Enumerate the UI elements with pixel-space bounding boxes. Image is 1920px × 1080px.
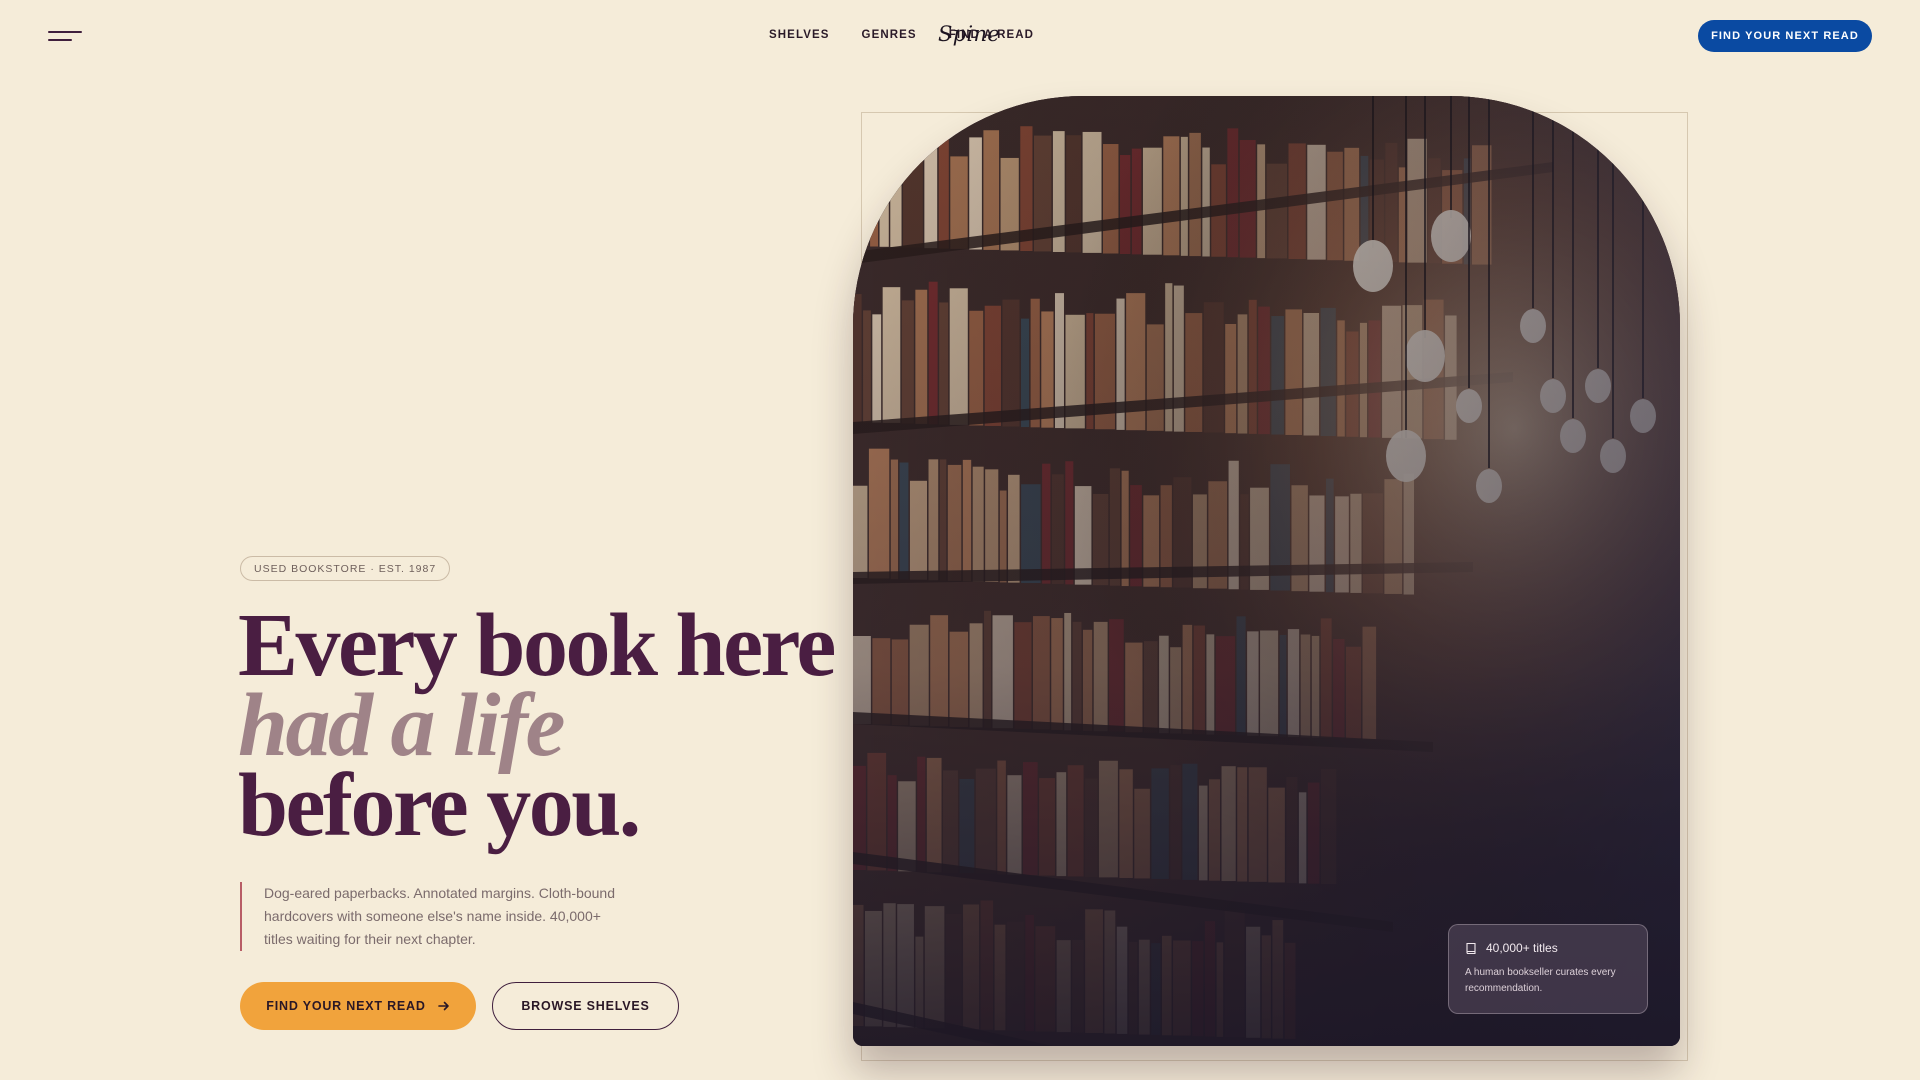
menu-icon[interactable] [48,28,82,44]
est-badge: USED BOOKSTORE · EST. 1987 [240,556,451,581]
nav-link-shelves[interactable]: SHELVES [769,29,830,41]
headline-line-3: before you. [238,756,641,855]
bookshelf-photo [853,96,1680,1046]
hero-description: Dog-eared paperbacks. Annotated margins.… [240,882,630,951]
nav-link-genres[interactable]: GENRES [862,29,917,41]
book-icon [1466,942,1476,954]
find-next-read-label: FIND YOUR NEXT READ [266,999,426,1013]
menu-icon-bar [48,39,72,41]
arrow-right-icon [437,1001,449,1011]
browse-shelves-button[interactable]: BROWSE SHELVES [492,982,679,1030]
bookshelf-illustration [853,96,1680,1046]
menu-icon-bar [48,31,82,33]
titles-count: 40,000+ titles [1486,941,1558,955]
hero-headline: Every book here had a life before you. [238,596,836,855]
find-next-read-button[interactable]: FIND YOUR NEXT READ [240,982,476,1030]
titles-info-card: 40,000+ titles A human bookseller curate… [1448,924,1648,1014]
headline-line-1: Every book here [238,596,836,695]
titles-description: A human bookseller curates every recomme… [1465,967,1616,994]
brand-logo[interactable]: Spine [938,22,1000,46]
find-next-read-header-button[interactable]: FIND YOUR NEXT READ [1698,20,1872,52]
headline-line-2: had a life [238,676,565,775]
